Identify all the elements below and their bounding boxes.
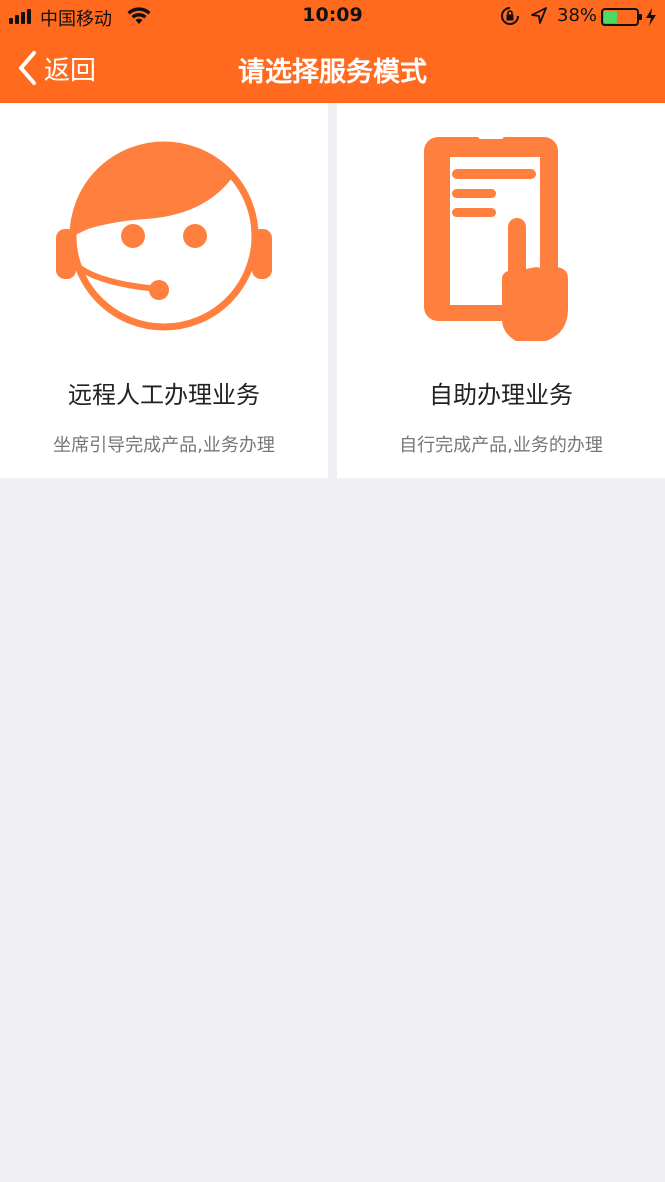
battery-icon xyxy=(601,8,642,26)
self-service-phone-tap-icon xyxy=(424,133,568,341)
service-mode-options: 远程人工办理业务 坐席引导完成产品,业务办理 自助办理业务 自行完成产品,业务的… xyxy=(0,103,665,478)
option-title: 自助办理业务 xyxy=(429,381,573,409)
page-title: 请选择服务模式 xyxy=(238,57,427,88)
battery-percent: 38% xyxy=(557,5,598,26)
charging-bolt-icon xyxy=(646,8,656,26)
location-arrow-icon xyxy=(531,7,547,24)
rotation-lock-icon xyxy=(501,7,519,25)
header: 中国移动 10:09 38% 返回 请选择服务模式 xyxy=(0,0,665,103)
option-description: 坐席引导完成产品,业务办理 xyxy=(53,435,275,456)
option-description: 自行完成产品,业务的办理 xyxy=(399,435,603,456)
battery-fill xyxy=(604,11,617,23)
option-title: 远程人工办理业务 xyxy=(68,381,260,409)
customer-service-headset-icon xyxy=(56,141,272,331)
status-bar: 中国移动 10:09 38% xyxy=(0,0,665,34)
self-service-option[interactable]: 自助办理业务 自行完成产品,业务的办理 xyxy=(337,103,665,478)
remote-service-option[interactable]: 远程人工办理业务 坐席引导完成产品,业务办理 xyxy=(0,103,328,478)
